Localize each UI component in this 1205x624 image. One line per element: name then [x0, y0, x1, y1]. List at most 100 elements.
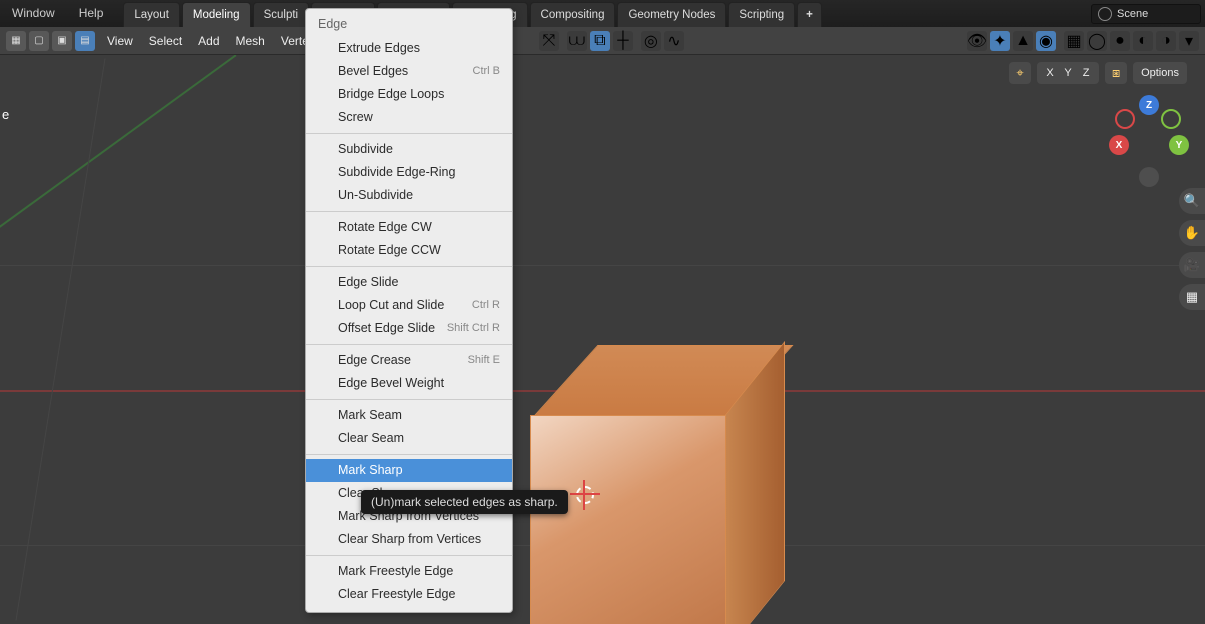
edge-menu-item[interactable]: Edge CreaseShift E	[306, 349, 512, 372]
mode-indicator-text: e	[2, 107, 9, 122]
scene-icon	[1098, 7, 1112, 21]
navigation-gizmo[interactable]: Z X Y	[1109, 95, 1189, 175]
menu-item-label: Rotate Edge CW	[338, 219, 432, 236]
edge-menu-item[interactable]: Rotate Edge CCW	[306, 239, 512, 262]
edge-menu-item[interactable]: Edge Bevel Weight	[306, 372, 512, 395]
vp-menu-view[interactable]: View	[103, 34, 137, 48]
edge-menu-item[interactable]: Extrude Edges	[306, 37, 512, 60]
vp-menu-select[interactable]: Select	[145, 34, 186, 48]
edge-menu-item[interactable]: Offset Edge SlideShift Ctrl R	[306, 317, 512, 340]
visibility-eye-icon[interactable]: 👁	[967, 31, 987, 51]
edge-menu-item[interactable]: Un-Subdivide	[306, 184, 512, 207]
edge-menu-item[interactable]: Mark Sharp	[306, 459, 512, 482]
vp-menu-mesh[interactable]: Mesh	[232, 34, 269, 48]
edge-menu-item[interactable]: Edge Slide	[306, 271, 512, 294]
menu-item-shortcut: Ctrl B	[473, 63, 501, 80]
editor-type-icon[interactable]: ▦	[6, 31, 26, 51]
mode-box-icon[interactable]: ▢	[29, 31, 49, 51]
mode-solid-icon[interactable]: ▤	[75, 31, 95, 51]
snap-target-icon[interactable]: ┼	[613, 31, 633, 51]
shading-solid-icon[interactable]: ●	[1110, 31, 1130, 51]
menu-item-label: Clear Seam	[338, 430, 404, 447]
menu-window[interactable]: Window	[0, 0, 67, 27]
transform-orient-icon[interactable]: ⤧	[539, 31, 559, 51]
cube-front-face	[530, 415, 726, 624]
edge-menu-item[interactable]: Clear Seam	[306, 427, 512, 450]
shading-render-icon[interactable]: ◑	[1156, 31, 1176, 51]
pan-icon[interactable]: ✋	[1179, 220, 1205, 246]
gizmo-y-neg-icon[interactable]	[1161, 109, 1181, 129]
snap-magnet-icon[interactable]: ⧉	[590, 31, 610, 51]
menu-item-label: Extrude Edges	[338, 40, 420, 57]
edge-menu-item[interactable]: Screw	[306, 106, 512, 129]
menu-item-label: Edge Bevel Weight	[338, 375, 444, 392]
overlay2-icon[interactable]: ◉	[1036, 31, 1056, 51]
edge-menu-item[interactable]: Subdivide Edge-Ring	[306, 161, 512, 184]
axis-y[interactable]: Y	[1059, 67, 1077, 79]
menu-item-label: Subdivide Edge-Ring	[338, 164, 455, 181]
edge-menu-item[interactable]: Bridge Edge Loops	[306, 83, 512, 106]
add-workspace-button[interactable]: +	[797, 2, 822, 27]
y-axis-line	[0, 55, 236, 585]
viewport-3d[interactable]: e	[0, 55, 1205, 624]
menu-item-label: Loop Cut and Slide	[338, 297, 444, 314]
axis-letter-box[interactable]: X Y Z	[1037, 62, 1099, 84]
workspace-tab-modeling[interactable]: Modeling	[182, 2, 251, 27]
grid-icon[interactable]: ▦	[1179, 284, 1205, 310]
butterfly-icon[interactable]: ⌖	[1009, 62, 1031, 84]
edge-menu-title: Edge	[306, 13, 512, 37]
edge-menu-item[interactable]: Rotate Edge CW	[306, 216, 512, 239]
workspace-tab-layout[interactable]: Layout	[123, 2, 180, 27]
mode-wire-icon[interactable]: ▣	[52, 31, 72, 51]
gizmo-toggle-icon[interactable]: ✦	[990, 31, 1010, 51]
menu-item-label: Rotate Edge CCW	[338, 242, 441, 259]
top-menubar: Window Help LayoutModelingSculptiShading…	[0, 0, 1205, 27]
gizmo-x-icon[interactable]: X	[1109, 135, 1129, 155]
edge-menu-item[interactable]: Mark Freestyle Edge	[306, 560, 512, 583]
shading-wire-icon[interactable]: ◯	[1087, 31, 1107, 51]
edge-menu-item[interactable]: Mark Seam	[306, 404, 512, 427]
edge-menu-item[interactable]: Clear Freestyle Edge	[306, 583, 512, 606]
menu-help[interactable]: Help	[67, 0, 116, 27]
gizmo-z-icon[interactable]: Z	[1139, 95, 1159, 115]
lock-icon[interactable]: ⧆	[1105, 62, 1127, 84]
gizmo-y-icon[interactable]: Y	[1169, 135, 1189, 155]
xray-icon[interactable]: ▦	[1064, 31, 1084, 51]
menu-item-label: Edge Slide	[338, 274, 398, 291]
gizmo-x-neg-icon[interactable]	[1115, 109, 1135, 129]
scene-selector[interactable]: Scene	[1091, 4, 1201, 24]
prop-curve-icon[interactable]: ∿	[664, 31, 684, 51]
workspace-tab-sculpti[interactable]: Sculpti	[253, 2, 310, 27]
shading-mat-icon[interactable]: ◐	[1133, 31, 1153, 51]
edge-context-menu: Edge Extrude Edges Bevel Edges Ctrl B Bridg…	[305, 8, 513, 613]
vp-menu-add[interactable]: Add	[194, 34, 223, 48]
menu-item-label: Edge Crease	[338, 352, 411, 369]
menu-item-shortcut: Ctrl R	[472, 297, 500, 314]
prop-edit-icon[interactable]: ◎	[641, 31, 661, 51]
menu-item-label: Subdivide	[338, 141, 393, 158]
menu-item-label: Bevel Edges	[338, 63, 408, 80]
axis-z[interactable]: Z	[1077, 67, 1095, 79]
scene-name: Scene	[1117, 8, 1148, 20]
edge-menu-item[interactable]: Loop Cut and Slide Ctrl R	[306, 294, 512, 317]
axis-x[interactable]: X	[1041, 67, 1059, 79]
workspace-tab-geometry nodes[interactable]: Geometry Nodes	[617, 2, 726, 27]
grid-line	[16, 58, 106, 620]
edge-menu-item[interactable]: Bevel Edges Ctrl B	[306, 60, 512, 83]
menu-item-label: Screw	[338, 109, 373, 126]
zoom-icon[interactable]: 🔍	[1179, 188, 1205, 214]
snap-toggle-icon[interactable]: ⩊	[567, 31, 587, 51]
menu-item-label: Clear Sharp from Vertices	[338, 531, 481, 548]
gizmo-z-neg-icon[interactable]	[1139, 167, 1159, 187]
overlay-toggle-icon[interactable]: ▲	[1013, 31, 1033, 51]
workspace-tab-scripting[interactable]: Scripting	[728, 2, 795, 27]
edge-menu-item[interactable]: Subdivide	[306, 138, 512, 161]
options-button[interactable]: Options	[1133, 62, 1187, 84]
axis-pill: ⌖ X Y Z ⧆ Options	[1009, 62, 1187, 84]
shading-opts-icon[interactable]: ▾	[1179, 31, 1199, 51]
mesh-cube[interactable]	[510, 345, 770, 624]
camera-icon[interactable]: 🎥	[1179, 252, 1205, 278]
edge-menu-item[interactable]: Clear Sharp from Vertices	[306, 528, 512, 551]
workspace-tab-compositing[interactable]: Compositing	[530, 2, 616, 27]
tooltip: (Un)mark selected edges as sharp.	[361, 490, 568, 514]
